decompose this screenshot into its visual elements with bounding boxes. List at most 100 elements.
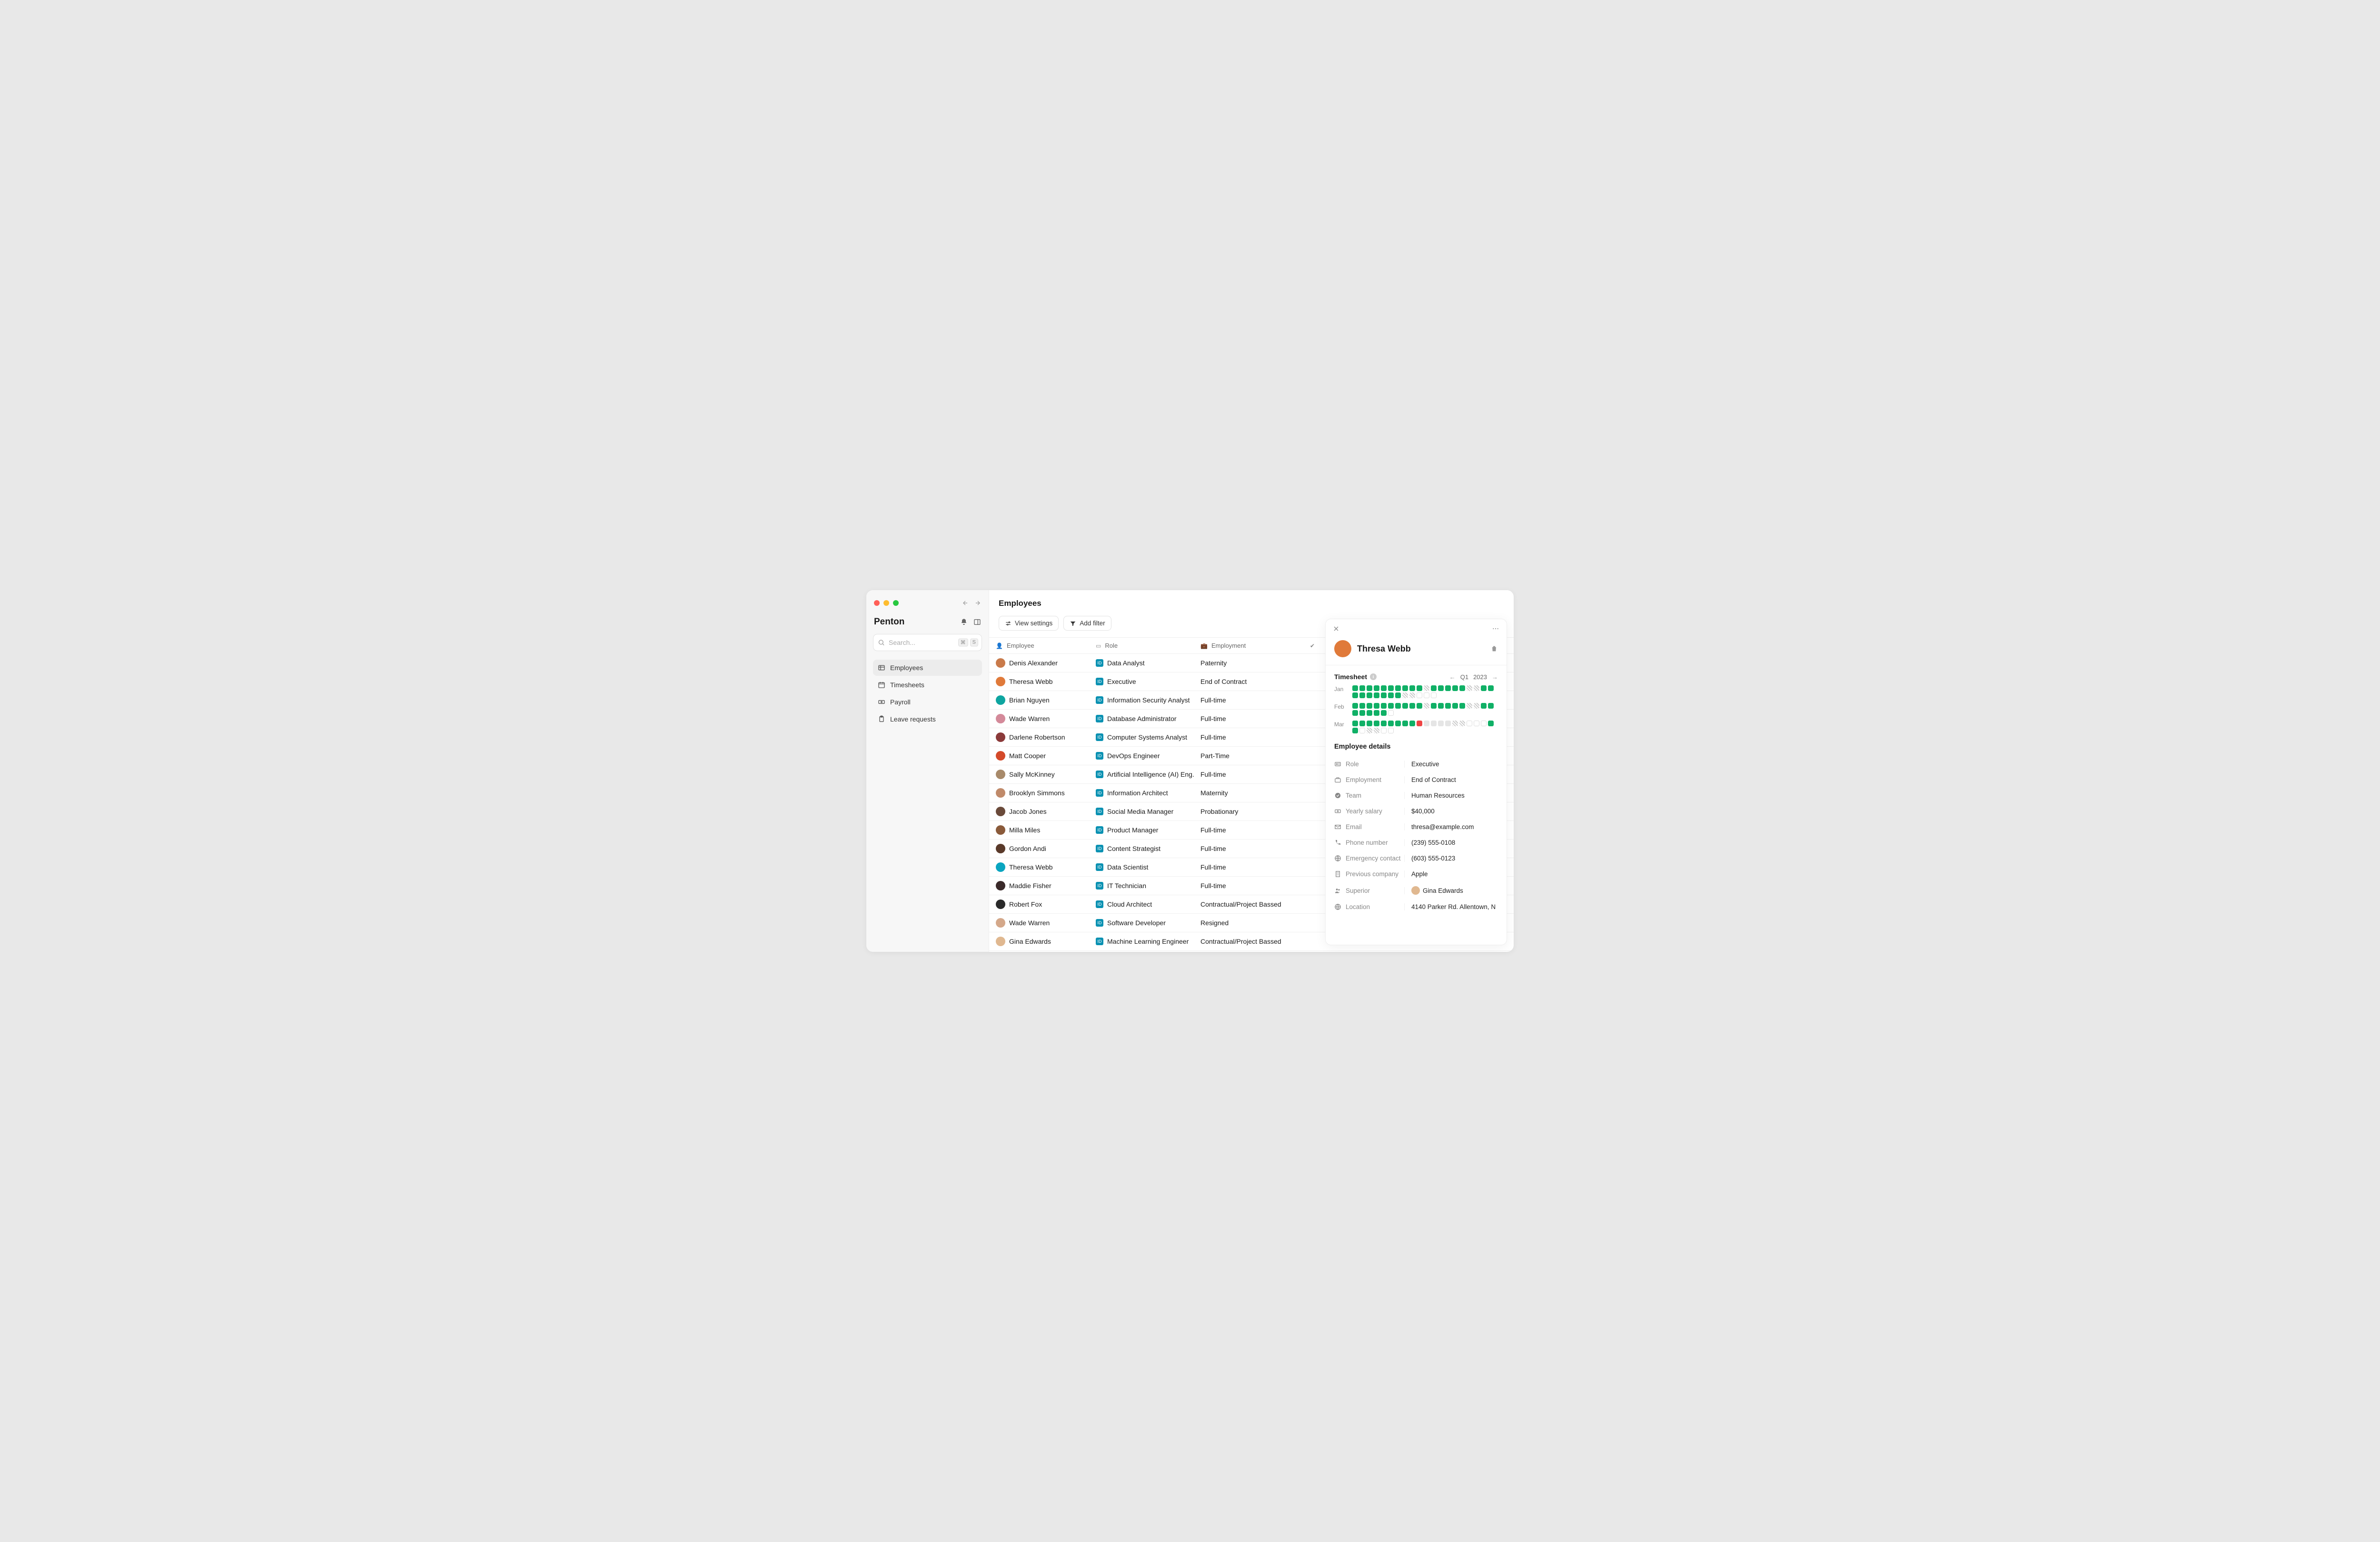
day-cell[interactable] bbox=[1367, 710, 1372, 716]
day-cell[interactable] bbox=[1445, 703, 1451, 709]
day-cell[interactable] bbox=[1452, 721, 1458, 726]
day-cell[interactable] bbox=[1374, 721, 1379, 726]
minimize-window-dot[interactable] bbox=[883, 600, 889, 606]
day-cell[interactable] bbox=[1459, 721, 1465, 726]
more-icon[interactable] bbox=[1491, 625, 1500, 633]
day-cell[interactable] bbox=[1459, 703, 1465, 709]
day-cell[interactable] bbox=[1388, 685, 1394, 691]
day-cell[interactable] bbox=[1367, 703, 1372, 709]
add-filter-button[interactable]: Add filter bbox=[1063, 616, 1111, 631]
back-icon[interactable] bbox=[962, 600, 969, 606]
day-cell[interactable] bbox=[1374, 728, 1379, 733]
day-cell[interactable] bbox=[1459, 685, 1465, 691]
day-cell[interactable] bbox=[1359, 692, 1365, 698]
day-cell[interactable] bbox=[1452, 685, 1458, 691]
day-cell[interactable] bbox=[1388, 721, 1394, 726]
day-cell[interactable] bbox=[1467, 703, 1472, 709]
day-cell[interactable] bbox=[1474, 721, 1479, 726]
nav-payroll[interactable]: Payroll bbox=[873, 694, 982, 710]
day-cell[interactable] bbox=[1417, 692, 1422, 698]
day-cell[interactable] bbox=[1467, 721, 1472, 726]
day-cell[interactable] bbox=[1409, 721, 1415, 726]
day-cell[interactable] bbox=[1424, 692, 1429, 698]
day-cell[interactable] bbox=[1359, 710, 1365, 716]
day-cell[interactable] bbox=[1431, 721, 1437, 726]
panel-icon[interactable] bbox=[973, 618, 981, 626]
day-cell[interactable] bbox=[1417, 685, 1422, 691]
day-cell[interactable] bbox=[1388, 692, 1394, 698]
day-cell[interactable] bbox=[1367, 692, 1372, 698]
day-cell[interactable] bbox=[1438, 703, 1444, 709]
day-cell[interactable] bbox=[1359, 685, 1365, 691]
day-cell[interactable] bbox=[1367, 685, 1372, 691]
day-cell[interactable] bbox=[1452, 703, 1458, 709]
day-cell[interactable] bbox=[1402, 685, 1408, 691]
day-cell[interactable] bbox=[1381, 685, 1387, 691]
day-cell[interactable] bbox=[1395, 703, 1401, 709]
day-cell[interactable] bbox=[1352, 710, 1358, 716]
day-cell[interactable] bbox=[1352, 728, 1358, 733]
day-cell[interactable] bbox=[1359, 721, 1365, 726]
day-cell[interactable] bbox=[1395, 692, 1401, 698]
col-role[interactable]: ▭Role bbox=[1089, 638, 1194, 653]
nav-employees[interactable]: Employees bbox=[873, 660, 982, 676]
day-cell[interactable] bbox=[1374, 703, 1379, 709]
day-cell[interactable] bbox=[1424, 685, 1429, 691]
day-cell[interactable] bbox=[1381, 721, 1387, 726]
day-cell[interactable] bbox=[1402, 721, 1408, 726]
day-cell[interactable] bbox=[1438, 721, 1444, 726]
bell-icon[interactable] bbox=[960, 618, 968, 626]
day-cell[interactable] bbox=[1474, 703, 1479, 709]
day-cell[interactable] bbox=[1417, 703, 1422, 709]
day-cell[interactable] bbox=[1388, 728, 1394, 733]
day-cell[interactable] bbox=[1352, 685, 1358, 691]
day-cell[interactable] bbox=[1352, 721, 1358, 726]
day-cell[interactable] bbox=[1409, 692, 1415, 698]
trash-icon[interactable] bbox=[1490, 645, 1498, 652]
day-cell[interactable] bbox=[1367, 728, 1372, 733]
day-cell[interactable] bbox=[1424, 721, 1429, 726]
next-icon[interactable]: → bbox=[1492, 673, 1498, 681]
day-cell[interactable] bbox=[1431, 703, 1437, 709]
col-employee[interactable]: 👤Employee bbox=[989, 638, 1089, 653]
day-cell[interactable] bbox=[1417, 721, 1422, 726]
day-cell[interactable] bbox=[1481, 721, 1487, 726]
day-cell[interactable] bbox=[1431, 692, 1437, 698]
day-cell[interactable] bbox=[1402, 703, 1408, 709]
day-cell[interactable] bbox=[1431, 685, 1437, 691]
day-cell[interactable] bbox=[1367, 721, 1372, 726]
day-cell[interactable] bbox=[1374, 692, 1379, 698]
day-cell[interactable] bbox=[1488, 721, 1494, 726]
day-cell[interactable] bbox=[1402, 692, 1408, 698]
nav-leave-requests[interactable]: Leave requests bbox=[873, 711, 982, 727]
day-cell[interactable] bbox=[1352, 703, 1358, 709]
forward-icon[interactable] bbox=[974, 600, 981, 606]
close-window-dot[interactable] bbox=[874, 600, 880, 606]
day-cell[interactable] bbox=[1395, 685, 1401, 691]
maximize-window-dot[interactable] bbox=[893, 600, 899, 606]
table-row[interactable]: Leslie Alexander IDMarketing Technologis… bbox=[989, 951, 1514, 952]
col-employment[interactable]: 💼Employment bbox=[1194, 638, 1303, 653]
day-cell[interactable] bbox=[1424, 703, 1429, 709]
view-settings-button[interactable]: View settings bbox=[999, 616, 1059, 631]
day-cell[interactable] bbox=[1381, 703, 1387, 709]
day-cell[interactable] bbox=[1445, 721, 1451, 726]
nav-timesheets[interactable]: Timesheets bbox=[873, 677, 982, 693]
day-cell[interactable] bbox=[1409, 703, 1415, 709]
day-cell[interactable] bbox=[1445, 685, 1451, 691]
day-cell[interactable] bbox=[1438, 685, 1444, 691]
day-cell[interactable] bbox=[1409, 685, 1415, 691]
day-cell[interactable] bbox=[1467, 685, 1472, 691]
prev-icon[interactable]: ← bbox=[1449, 673, 1456, 681]
day-cell[interactable] bbox=[1381, 710, 1387, 716]
day-cell[interactable] bbox=[1381, 728, 1387, 733]
day-cell[interactable] bbox=[1352, 692, 1358, 698]
day-cell[interactable] bbox=[1388, 710, 1394, 716]
day-cell[interactable] bbox=[1359, 703, 1365, 709]
day-cell[interactable] bbox=[1395, 721, 1401, 726]
close-icon[interactable] bbox=[1332, 625, 1340, 633]
day-cell[interactable] bbox=[1374, 685, 1379, 691]
day-cell[interactable] bbox=[1488, 703, 1494, 709]
search-field[interactable]: ⌘S bbox=[873, 634, 982, 651]
day-cell[interactable] bbox=[1388, 703, 1394, 709]
